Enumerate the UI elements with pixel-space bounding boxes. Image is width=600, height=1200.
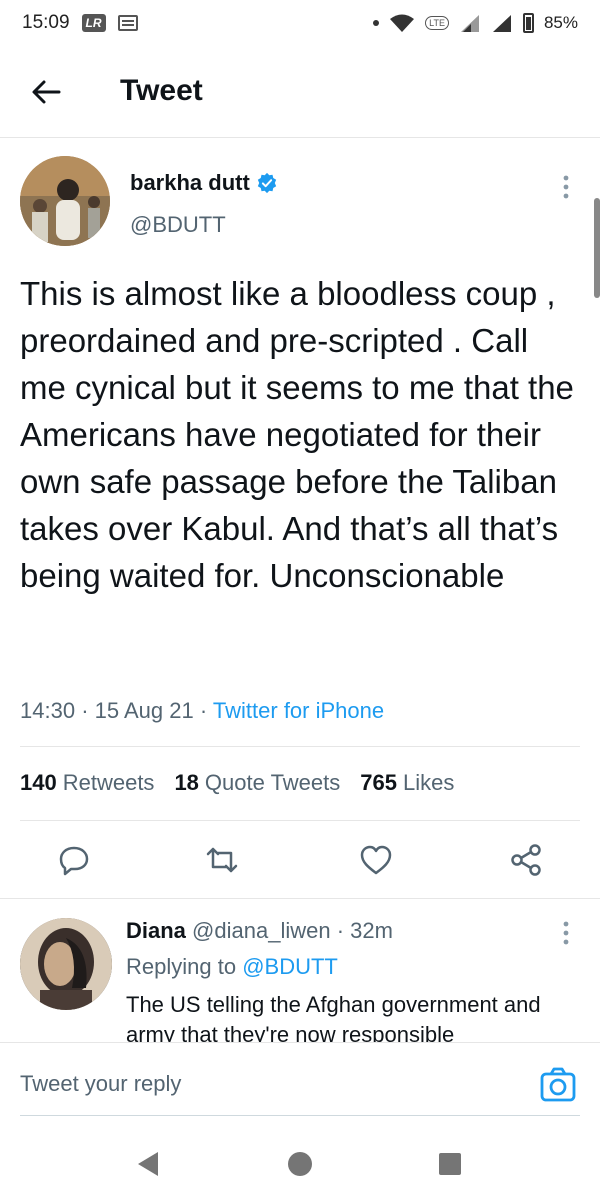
author-avatar[interactable] bbox=[20, 156, 110, 246]
page-title: Tweet bbox=[120, 74, 203, 107]
meta-separator: · bbox=[81, 698, 95, 723]
back-arrow-icon bbox=[32, 80, 61, 104]
author-name-text: barkha dutt bbox=[130, 170, 250, 195]
divider bbox=[20, 820, 580, 821]
like-button[interactable] bbox=[354, 838, 398, 882]
scrollbar[interactable] bbox=[594, 198, 600, 298]
system-nav-bar bbox=[0, 1128, 600, 1200]
tweet-date: 15 Aug 21 bbox=[94, 698, 194, 723]
battery-percent: 85% bbox=[543, 13, 578, 32]
reply-avatar[interactable] bbox=[20, 918, 112, 1010]
meta-separator: · bbox=[199, 698, 213, 723]
author-name[interactable]: barkha dutt bbox=[130, 170, 278, 196]
reply-author-handle[interactable]: @diana_liwen bbox=[192, 918, 331, 943]
likes-label: Likes bbox=[402, 770, 455, 795]
reply-input-underline bbox=[20, 1115, 580, 1116]
replying-to: Replying to @BDUTT bbox=[126, 954, 338, 980]
top-header: Tweet bbox=[0, 46, 600, 138]
replying-label: Replying to bbox=[126, 954, 237, 979]
tweet-source-link[interactable]: Twitter for iPhone bbox=[213, 698, 384, 723]
retweets-stat[interactable]: 140 Retweets bbox=[20, 770, 154, 796]
like-icon bbox=[360, 845, 392, 875]
divider bbox=[0, 898, 600, 899]
tweet-meta: 14:30 · 15 Aug 21 · Twitter for iPhone bbox=[20, 698, 384, 724]
tweet-more-button[interactable] bbox=[556, 172, 576, 202]
more-vertical-icon bbox=[563, 175, 569, 199]
share-button[interactable] bbox=[504, 838, 548, 882]
wifi-icon bbox=[390, 14, 415, 32]
nav-recents-icon bbox=[439, 1153, 461, 1175]
reply-icon bbox=[59, 846, 89, 876]
camera-button[interactable] bbox=[538, 1065, 578, 1105]
reply-more-button[interactable] bbox=[556, 918, 576, 948]
nav-home-button[interactable] bbox=[282, 1146, 318, 1182]
reply-avatar-image bbox=[20, 918, 112, 1010]
quotes-label: Quote Tweets bbox=[204, 770, 341, 795]
meta-separator: · bbox=[336, 918, 351, 943]
camera-icon bbox=[540, 1067, 576, 1102]
reply-author-name[interactable]: Diana bbox=[126, 918, 186, 943]
retweet-icon bbox=[206, 847, 238, 873]
tweet-stats: 140 Retweets 18 Quote Tweets 765 Likes bbox=[20, 770, 454, 796]
back-button[interactable] bbox=[26, 74, 66, 110]
author-handle[interactable]: @BDUTT bbox=[130, 212, 226, 238]
share-icon bbox=[511, 844, 541, 876]
signal-2-icon bbox=[492, 15, 511, 32]
battery-icon bbox=[522, 13, 534, 33]
replying-to-link[interactable]: @BDUTT bbox=[242, 954, 338, 979]
nav-back-icon bbox=[138, 1152, 158, 1176]
quotes-count: 18 bbox=[174, 770, 199, 795]
status-time: 15:09 bbox=[22, 12, 70, 33]
news-icon bbox=[117, 15, 138, 31]
reply-button[interactable] bbox=[52, 838, 96, 882]
likes-count: 765 bbox=[360, 770, 397, 795]
lr-badge-icon: LR bbox=[81, 14, 106, 32]
reply-header: Diana @diana_liwen · 32m bbox=[126, 918, 393, 944]
retweets-count: 140 bbox=[20, 770, 57, 795]
tweet-actions bbox=[0, 838, 600, 888]
reply-input[interactable]: Tweet your reply bbox=[20, 1071, 520, 1097]
tweet-text: This is almost like a bloodless coup , p… bbox=[20, 275, 574, 594]
reply-compose-bar: Tweet your reply bbox=[0, 1042, 600, 1128]
reply-age: 32m bbox=[350, 918, 393, 943]
quotes-stat[interactable]: 18 Quote Tweets bbox=[174, 770, 340, 796]
divider bbox=[20, 746, 580, 747]
verified-badge-icon bbox=[257, 172, 276, 194]
signal-1-icon bbox=[460, 15, 479, 32]
retweets-label: Retweets bbox=[62, 770, 155, 795]
notification-dot-icon bbox=[373, 20, 380, 26]
reply-text: The US telling the Afghan government and… bbox=[126, 992, 541, 1042]
nav-home-icon bbox=[288, 1152, 312, 1176]
nav-back-button[interactable] bbox=[130, 1146, 166, 1182]
author-avatar-image bbox=[20, 156, 110, 246]
nav-recents-button[interactable] bbox=[432, 1146, 468, 1182]
status-bar: 15:09 LR LTE 85% bbox=[0, 0, 600, 46]
tweet-time: 14:30 bbox=[20, 698, 76, 723]
volte-badge: LTE bbox=[425, 16, 449, 30]
retweet-button[interactable] bbox=[200, 838, 244, 882]
likes-stat[interactable]: 765 Likes bbox=[360, 770, 454, 796]
more-vertical-icon bbox=[563, 921, 569, 945]
